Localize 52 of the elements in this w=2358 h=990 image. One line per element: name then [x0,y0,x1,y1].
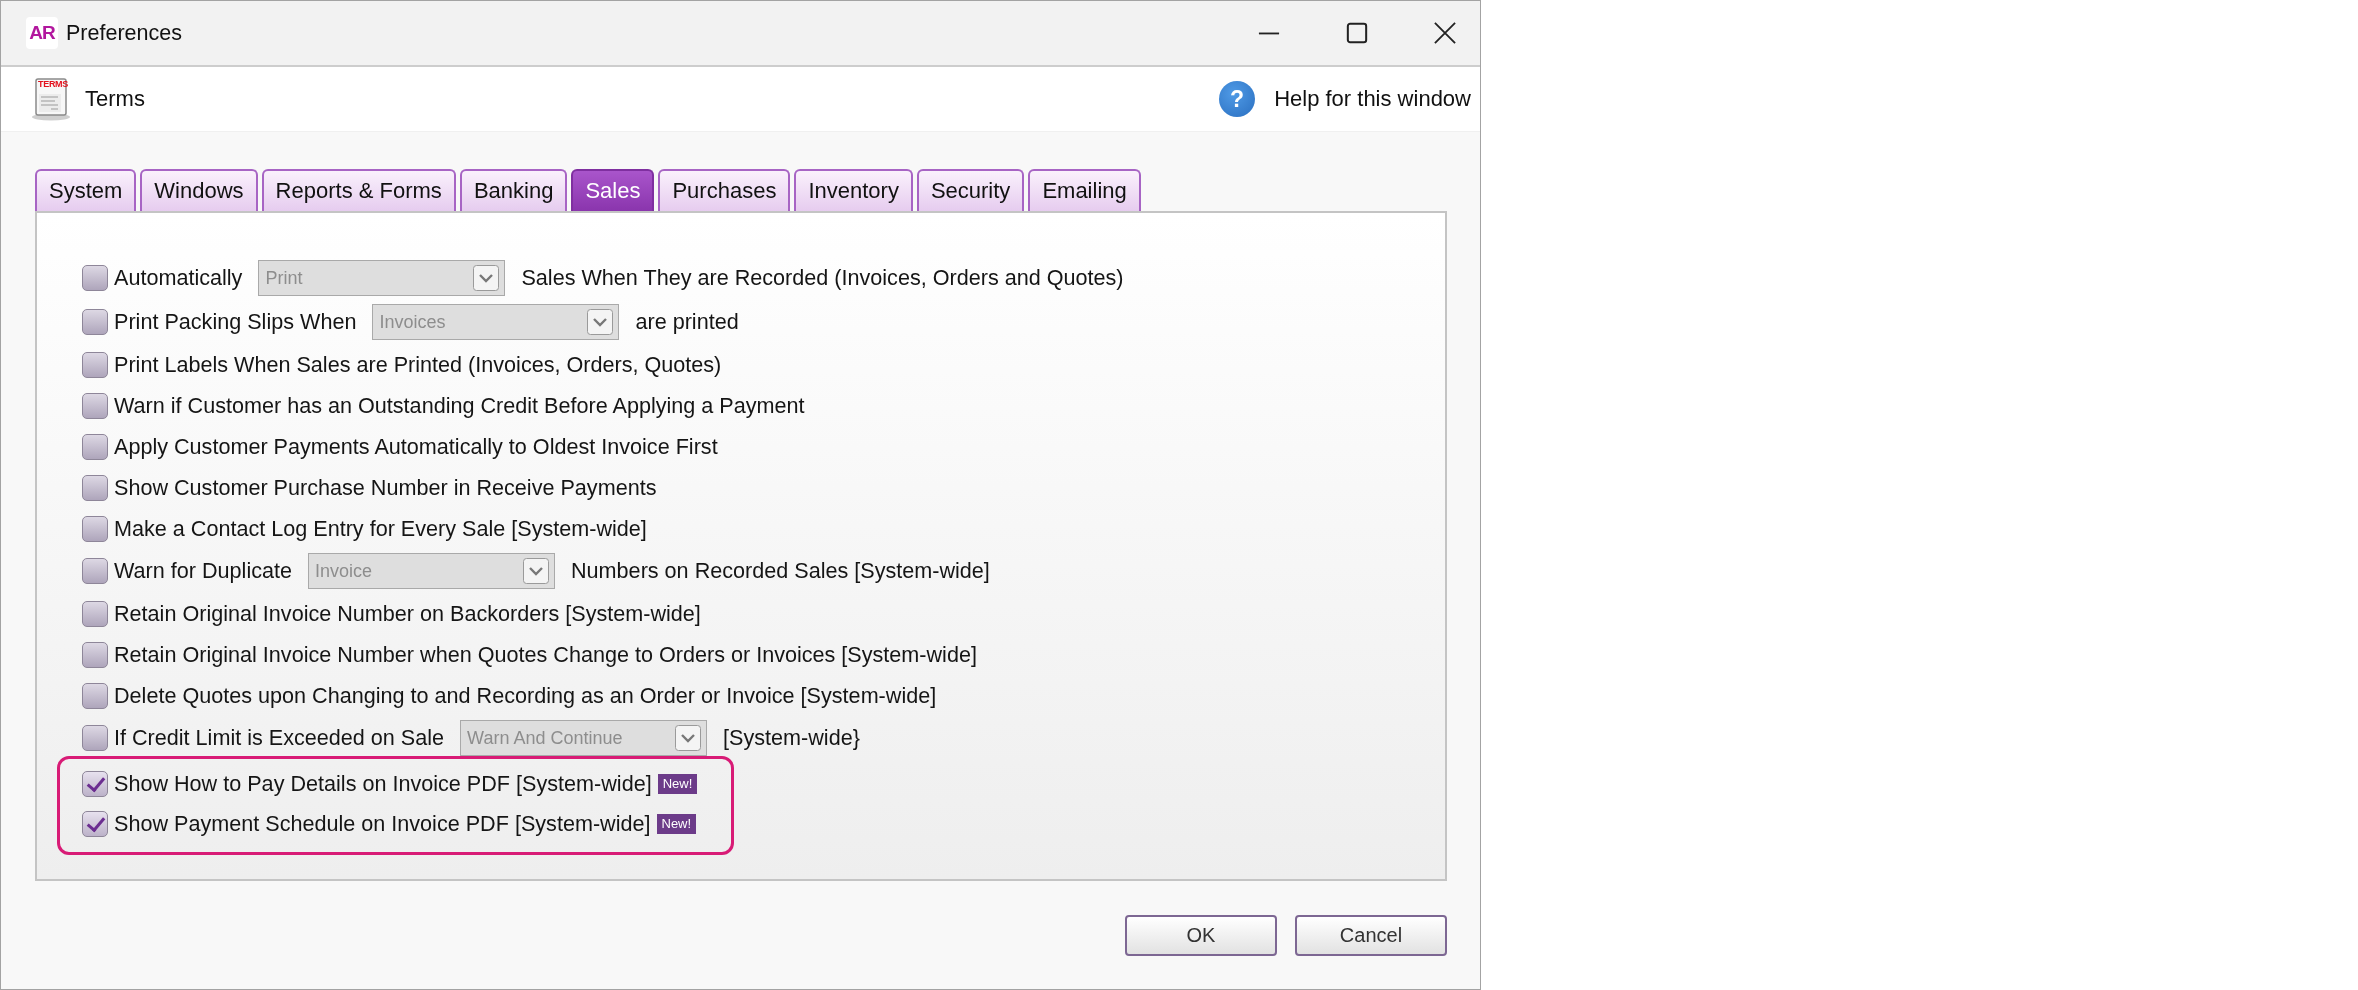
option-label: Apply Customer Payments Automatically to Oldest Invoice First [114,433,718,460]
checkbox[interactable] [82,600,108,627]
checkbox[interactable] [82,515,108,542]
checkbox[interactable] [82,811,108,837]
window-title: Preferences [66,20,182,46]
checkbox[interactable] [82,351,108,378]
new-badge: New! [657,774,698,794]
new-badge: New! [656,814,697,834]
dialog-button[interactable]: OK [1125,915,1277,956]
tab[interactable]: Security [916,169,1025,211]
option-label: Show How to Pay Details on Invoice PDF [System-wide] [114,771,652,797]
option-label: Retain Original Invoice Number when Quotes Change to Orders or Invoices [System-wide] [114,641,977,668]
option-label: Delete Quotes upon Changing to and Recording as an Order or Invoice [System-wide] [114,682,937,709]
tab[interactable]: Sales [571,169,655,211]
help-link[interactable]: Help for this window [1274,86,1471,112]
option-label: are printed [635,309,739,335]
option-label: Warn for Duplicate [114,558,292,584]
close-icon[interactable] [1434,22,1456,44]
checkbox[interactable] [82,433,108,460]
checkbox[interactable] [82,725,108,751]
maximize-icon[interactable] [1346,22,1368,44]
option-label: Show Payment Schedule on Invoice PDF [System-wide] [114,811,651,837]
option-label: Print Packing Slips When [114,309,357,335]
tab[interactable]: Emailing [1028,169,1141,211]
checkbox[interactable] [82,309,108,335]
option-label: Automatically [114,265,243,291]
dialog-button[interactable]: Cancel [1295,915,1447,956]
tab[interactable]: Purchases [658,169,791,211]
tab[interactable]: Windows [140,169,258,211]
option-label: Print Labels When Sales are Printed (Invoices, Orders, Quotes) [114,351,722,378]
checkbox[interactable] [82,771,108,797]
tab[interactable]: Inventory [794,169,913,211]
tab[interactable]: Banking [459,169,568,211]
checkbox[interactable] [82,558,108,584]
option-label: Numbers on Recorded Sales [System-wide] [571,558,990,584]
checkbox[interactable] [82,392,108,419]
option-label: Show Customer Purchase Number in Receive Payments [114,474,657,501]
checkbox[interactable] [82,682,108,709]
option-label: [System-wide} [723,725,860,751]
checkbox[interactable] [82,641,108,668]
option-label: Make a Contact Log Entry for Every Sale [System-wide] [114,515,647,542]
icon-text: TERMS [38,79,68,89]
checkbox[interactable] [82,474,108,501]
option-label: Retain Original Invoice Number on Backorders [System-wide] [114,600,701,627]
app-logo: AR [26,17,58,49]
option-label: Sales When They are Recorded (Invoices, Orders and Quotes) [521,265,1124,291]
tab[interactable]: Reports & Forms [261,169,456,211]
option-label: If Credit Limit is Exceeded on Sale [114,725,445,751]
section-title: Terms [85,86,145,112]
option-label: Warn if Customer has an Outstanding Credit Before Applying a Payment [114,392,805,419]
checkbox[interactable] [82,265,108,291]
tab[interactable]: System [35,169,137,211]
